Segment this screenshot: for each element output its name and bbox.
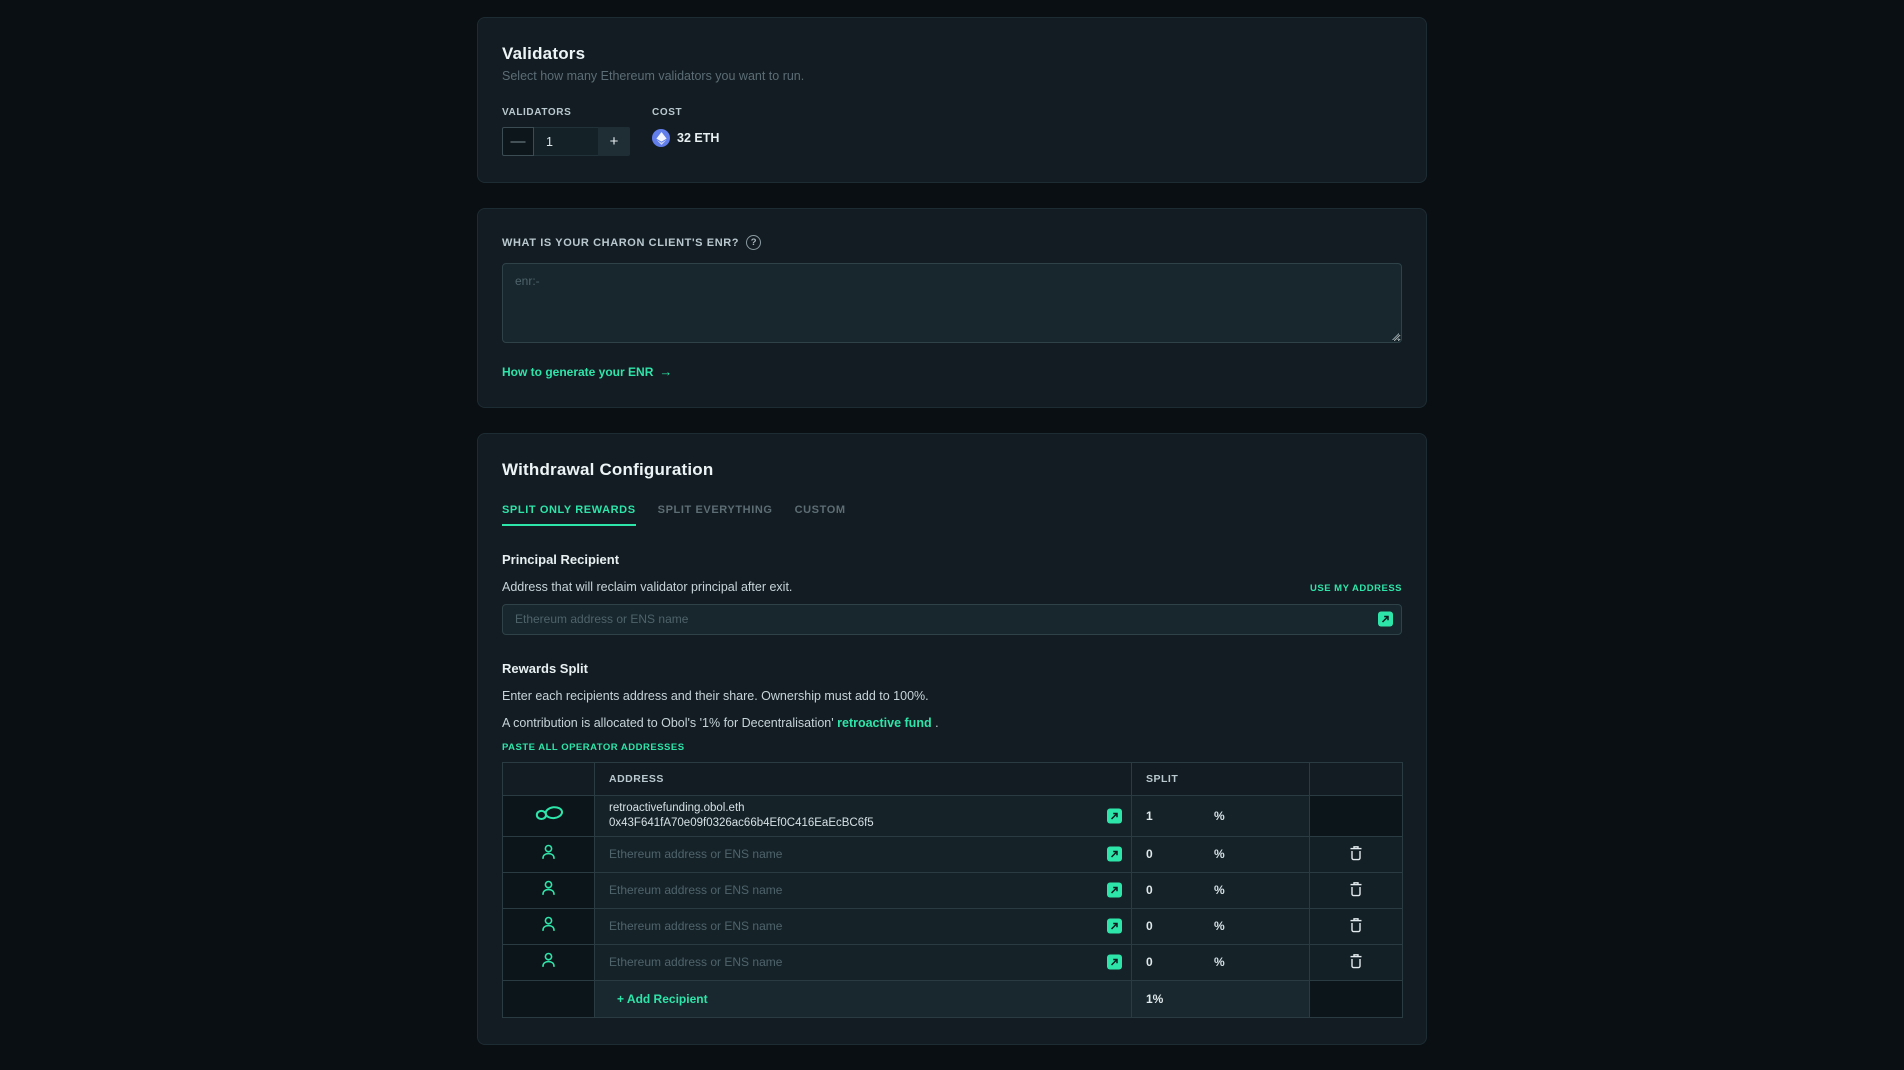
address-explorer-icon[interactable] (1107, 883, 1122, 898)
split-percentage-input[interactable] (1132, 955, 1214, 969)
rewards-split-description: Enter each recipients address and their … (502, 689, 929, 703)
delete-recipient-button[interactable] (1347, 951, 1365, 971)
address-explorer-icon[interactable] (1107, 808, 1122, 823)
address-explorer-icon[interactable] (1107, 919, 1122, 934)
icon-column-header (503, 762, 595, 795)
principal-address-input[interactable] (502, 604, 1402, 635)
percent-sign: % (1214, 919, 1225, 933)
percent-sign: % (1214, 883, 1225, 897)
tab-custom[interactable]: CUSTOM (795, 504, 846, 526)
address-explorer-icon[interactable] (1378, 612, 1393, 627)
withdrawal-tabs: SPLIT ONLY REWARDS SPLIT EVERYTHING CUST… (502, 504, 1402, 526)
split-percentage-input[interactable] (1132, 883, 1214, 897)
principal-recipient-description: Address that will reclaim validator prin… (502, 580, 792, 594)
add-recipient-row: + Add Recipient 1% (503, 980, 1403, 1017)
person-icon (541, 955, 556, 972)
arrow-right-icon: → (659, 364, 672, 379)
person-icon (541, 847, 556, 864)
recipient-row: Ethereum address or ENS name % (503, 908, 1403, 944)
split-percentage-input[interactable] (1132, 809, 1214, 823)
validator-count-stepper: — + (502, 127, 630, 156)
obol-logo-icon (534, 810, 564, 827)
decrement-button[interactable]: — (502, 127, 534, 156)
add-row-actions-cell (1310, 980, 1403, 1017)
split-total: 1% (1132, 980, 1310, 1017)
retroactive-fund-link[interactable]: retroactive fund (837, 716, 931, 730)
ethereum-icon (652, 129, 670, 147)
add-recipient-cell: + Add Recipient (595, 980, 1132, 1017)
recipient-address-input[interactable]: Ethereum address or ENS name (609, 847, 782, 861)
split-percentage-input[interactable] (1132, 919, 1214, 933)
principal-recipient-title: Principal Recipient (502, 552, 1402, 567)
delete-recipient-button[interactable] (1347, 915, 1365, 935)
recipient-address-input[interactable]: Ethereum address or ENS name (609, 919, 782, 933)
rewards-split-table: ADDRESS SPLIT retr (502, 762, 1403, 1018)
help-icon[interactable]: ? (746, 235, 761, 250)
tab-split-only-rewards[interactable]: SPLIT ONLY REWARDS (502, 504, 636, 526)
split-column-header: SPLIT (1132, 762, 1310, 795)
enr-input[interactable] (502, 263, 1402, 343)
contribution-prefix: A contribution is allocated to Obol's '1… (502, 716, 834, 730)
percent-sign: % (1214, 809, 1225, 823)
validators-title: Validators (502, 44, 1402, 64)
delete-recipient-button[interactable] (1347, 879, 1365, 899)
validators-count-label: VALIDATORS (502, 107, 652, 118)
add-row-icon-cell (503, 980, 595, 1017)
person-icon (541, 883, 556, 900)
add-recipient-button[interactable]: + Add Recipient (617, 992, 708, 1006)
generate-enr-link-label: How to generate your ENR (502, 365, 653, 379)
recipient-address-input[interactable]: Ethereum address or ENS name (609, 883, 782, 897)
validator-count-input[interactable] (534, 127, 598, 156)
launchpad-page: Validators Select how many Ethereum vali… (477, 0, 1427, 1070)
use-my-address-button[interactable]: USE MY ADDRESS (1310, 583, 1402, 594)
contribution-suffix: . (935, 716, 938, 730)
table-header-row: ADDRESS SPLIT (503, 762, 1403, 795)
contribution-note: A contribution is allocated to Obol's '1… (502, 716, 1402, 730)
address-explorer-icon[interactable] (1107, 847, 1122, 862)
address-column-header: ADDRESS (595, 762, 1132, 795)
generate-enr-link[interactable]: How to generate your ENR → (502, 364, 672, 379)
address-explorer-icon[interactable] (1107, 955, 1122, 970)
percent-sign: % (1214, 847, 1225, 861)
validators-subtitle: Select how many Ethereum validators you … (502, 69, 1402, 83)
validators-card: Validators Select how many Ethereum vali… (477, 17, 1427, 183)
increment-button[interactable]: + (598, 127, 630, 156)
recipient-row: retroactivefunding.obol.eth 0x43F641fA70… (503, 795, 1403, 836)
recipient-address: 0x43F641fA70e09f0326ac66b4Ef0C416EaEcBC6… (609, 816, 1095, 831)
recipient-row: Ethereum address or ENS name % (503, 944, 1403, 980)
percent-sign: % (1214, 955, 1225, 969)
recipient-row: Ethereum address or ENS name % (503, 836, 1403, 872)
recipient-row: Ethereum address or ENS name % (503, 872, 1403, 908)
tab-split-everything[interactable]: SPLIT EVERYTHING (658, 504, 773, 526)
cost-label: COST (652, 107, 719, 118)
rewards-split-title: Rewards Split (502, 661, 1402, 676)
cost-value: 32 ETH (677, 131, 719, 145)
split-percentage-input[interactable] (1132, 847, 1214, 861)
person-icon (541, 919, 556, 936)
paste-all-operator-addresses-button[interactable]: PASTE ALL OPERATOR ADDRESSES (502, 742, 1402, 753)
enr-question-label: WHAT IS YOUR CHARON CLIENT'S ENR? (502, 237, 739, 249)
recipient-ens-name: retroactivefunding.obol.eth (609, 801, 1095, 816)
actions-column-header (1310, 762, 1403, 795)
delete-recipient-button[interactable] (1347, 843, 1365, 863)
enr-card: WHAT IS YOUR CHARON CLIENT'S ENR? ? How … (477, 208, 1427, 408)
recipient-address-input[interactable]: Ethereum address or ENS name (609, 955, 782, 969)
withdrawal-card: Withdrawal Configuration SPLIT ONLY REWA… (477, 433, 1427, 1045)
withdrawal-title: Withdrawal Configuration (502, 460, 1402, 480)
